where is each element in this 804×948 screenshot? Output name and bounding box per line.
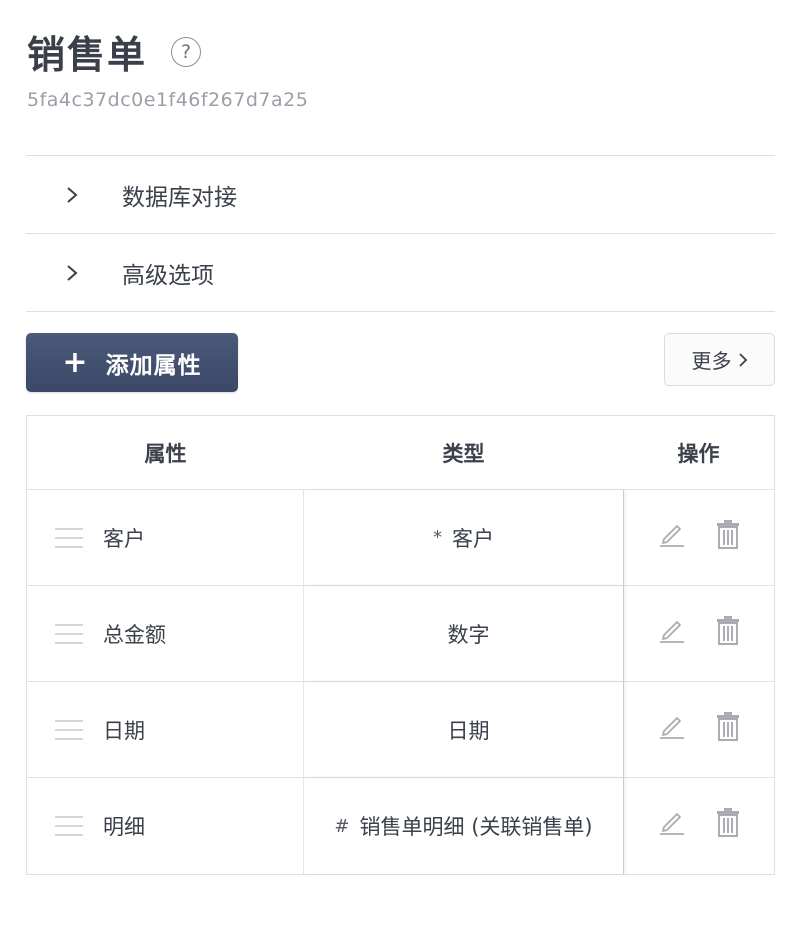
edit-icon[interactable]: [658, 809, 686, 835]
actions-cell: [624, 490, 774, 585]
drag-handle-icon[interactable]: [55, 816, 83, 836]
section-label: 数据库对接: [122, 184, 237, 211]
drag-handle-icon[interactable]: [55, 527, 83, 548]
section-database-integration[interactable]: 数据库对接: [26, 156, 775, 234]
edit-icon[interactable]: [658, 521, 686, 547]
more-button[interactable]: 更多: [664, 333, 775, 386]
section-label: 高级选项: [122, 262, 214, 289]
add-attribute-button[interactable]: + 添加属性: [26, 333, 238, 392]
actions-cell: [624, 682, 774, 777]
more-label: 更多: [691, 349, 732, 373]
type-name: 销售单明细 (关联销售单): [359, 815, 593, 839]
header-attribute: 属性: [144, 441, 187, 466]
page-title: 销售单: [27, 33, 148, 77]
collapse-list: 数据库对接 高级选项: [26, 155, 775, 312]
attribute-cell: 明细: [27, 778, 304, 874]
header-type: 类型: [442, 441, 485, 466]
page-header: 销售单 ?: [27, 24, 202, 79]
section-advanced-options[interactable]: 高级选项: [26, 234, 775, 312]
actions-cell: [624, 586, 774, 681]
table-row: 客户 * 客户: [27, 490, 774, 586]
edit-icon[interactable]: [658, 617, 686, 643]
header-actions: 操作: [677, 441, 720, 466]
plus-icon: +: [62, 344, 88, 380]
delete-icon[interactable]: [716, 807, 740, 837]
help-icon[interactable]: ?: [171, 36, 202, 67]
type-name: 日期: [447, 718, 490, 743]
attribute-name: 明细: [103, 815, 145, 839]
drag-handle-icon[interactable]: [55, 623, 83, 644]
drag-handle-icon[interactable]: [55, 719, 83, 740]
chevron-right-icon: [26, 264, 122, 282]
attribute-table: 属性 类型 操作 客户 * 客户 总金额 数字 日期 日期 明细 # 销售单明细…: [26, 415, 775, 875]
attribute-cell: 总金额: [27, 586, 304, 681]
attribute-name: 总金额: [103, 622, 166, 647]
add-attribute-label: 添加属性: [105, 352, 202, 379]
type-name: 数字: [447, 622, 490, 647]
type-prefix: *: [433, 527, 442, 548]
table-row: 日期 日期: [27, 682, 774, 778]
delete-icon[interactable]: [716, 519, 740, 549]
table-row: 总金额 数字: [27, 586, 774, 682]
edit-icon[interactable]: [658, 713, 686, 739]
delete-icon[interactable]: [716, 615, 740, 645]
chevron-right-icon: [26, 186, 122, 204]
table-row: 明细 # 销售单明细 (关联销售单): [27, 778, 774, 874]
attribute-cell: 客户: [27, 490, 304, 585]
actions-cell: [624, 778, 774, 874]
type-cell: 数字: [304, 586, 624, 681]
chevron-right-icon: [738, 352, 748, 368]
type-cell: * 客户: [304, 490, 624, 585]
type-cell: # 销售单明细 (关联销售单): [304, 778, 624, 874]
type-name: 客户: [452, 526, 494, 551]
object-id: 5fa4c37dc0e1f46f267d7a25: [27, 89, 309, 111]
attribute-name: 客户: [103, 526, 145, 551]
attribute-cell: 日期: [27, 682, 304, 777]
type-prefix: #: [334, 815, 350, 837]
attribute-name: 日期: [103, 718, 145, 743]
delete-icon[interactable]: [716, 711, 740, 741]
type-cell: 日期: [304, 682, 624, 777]
table-header: 属性 类型 操作: [27, 416, 774, 490]
